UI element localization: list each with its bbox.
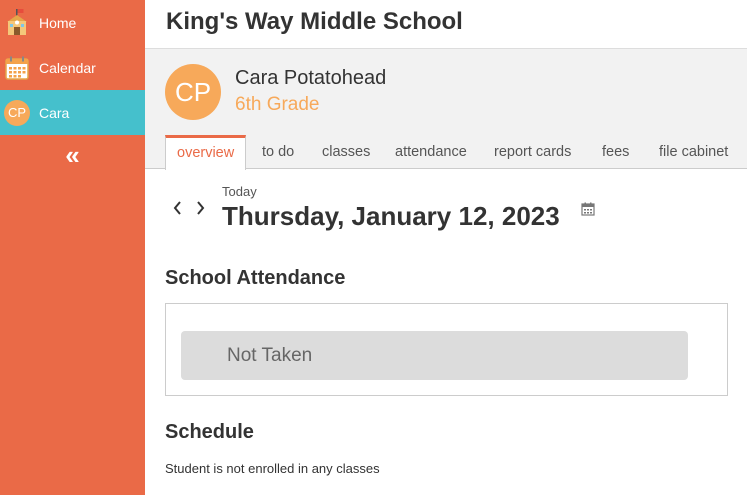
schedule-empty-message: Student is not enrolled in any classes bbox=[165, 461, 380, 476]
tab-file-cabinet[interactable]: file cabinet bbox=[659, 135, 728, 169]
tab-report-cards[interactable]: report cards bbox=[494, 135, 571, 169]
school-house-icon bbox=[4, 8, 30, 36]
tab-attendance[interactable]: attendance bbox=[395, 135, 467, 169]
sidebar-item-label: Home bbox=[39, 14, 77, 31]
today-label: Today bbox=[222, 184, 257, 199]
date-picker-calendar-icon[interactable] bbox=[581, 202, 595, 216]
sidebar-item-home[interactable]: Home bbox=[0, 0, 145, 45]
student-tabs: overview to do classes attendance report… bbox=[145, 135, 747, 170]
current-date: Thursday, January 12, 2023 bbox=[222, 201, 560, 231]
attendance-section-title: School Attendance bbox=[165, 267, 346, 289]
previous-day-icon[interactable] bbox=[171, 198, 185, 218]
tab-to-do[interactable]: to do bbox=[262, 135, 294, 169]
page-title: King's Way Middle School bbox=[166, 8, 463, 35]
tab-overview[interactable]: overview bbox=[165, 135, 247, 170]
sidebar-item-label: Calendar bbox=[39, 59, 96, 76]
student-avatar: CP bbox=[165, 64, 221, 120]
collapse-sidebar-icon[interactable]: « bbox=[0, 142, 145, 168]
tab-fees[interactable]: fees bbox=[602, 135, 629, 169]
sidebar-item-label: Cara bbox=[39, 104, 70, 121]
page-header: King's Way Middle School bbox=[145, 0, 747, 48]
student-header: CP Cara Potatohead 6th Grade overview to… bbox=[145, 48, 747, 170]
schedule-section-title: Schedule bbox=[165, 421, 254, 443]
sidebar-item-calendar[interactable]: Calendar bbox=[0, 45, 145, 90]
student-avatar: CP bbox=[4, 99, 30, 126]
calendar-icon bbox=[4, 55, 30, 81]
student-name: Cara Potatohead bbox=[235, 67, 387, 89]
student-grade: 6th Grade bbox=[235, 94, 320, 115]
sidebar: Home Calendar CP Cara « bbox=[0, 0, 145, 495]
sidebar-item-student-cara[interactable]: CP Cara bbox=[0, 90, 145, 135]
avatar-initials: CP bbox=[4, 99, 30, 126]
attendance-panel: Not Taken bbox=[165, 303, 728, 396]
tab-classes[interactable]: classes bbox=[322, 135, 370, 169]
attendance-status: Not Taken bbox=[181, 331, 688, 380]
next-day-icon[interactable] bbox=[193, 198, 207, 218]
